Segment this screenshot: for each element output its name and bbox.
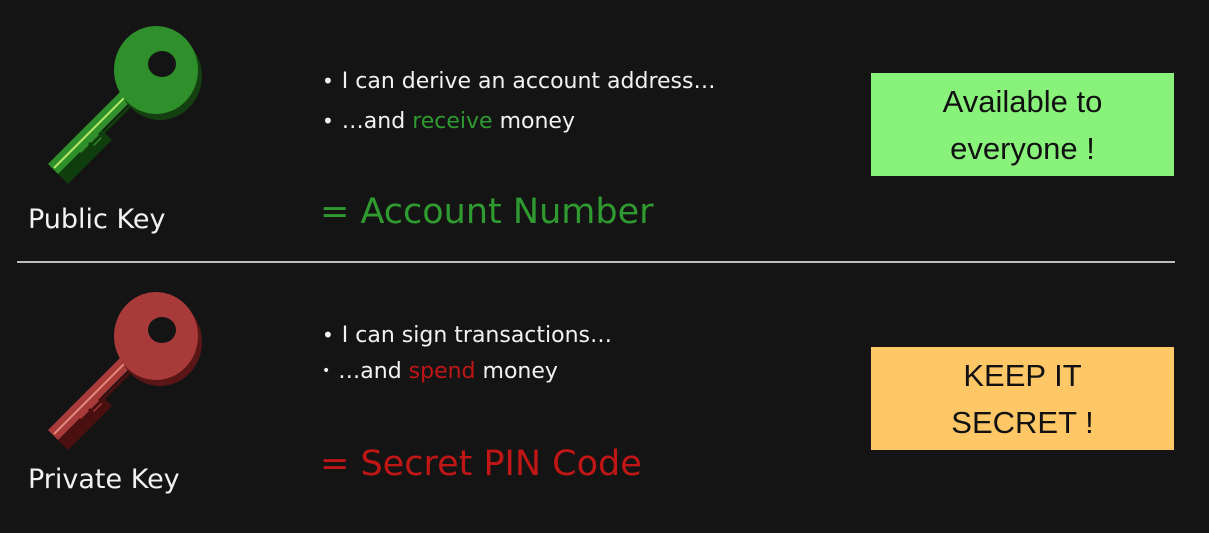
bullet-text-pre: …and [341, 108, 413, 134]
bullet-derive-address: • I can derive an account address… [322, 61, 716, 101]
bullet-text: I can derive an account address… [341, 68, 716, 94]
public-key-icon [48, 26, 202, 184]
bullet-text-post: money [492, 108, 575, 134]
secret-pin-equation: = Secret PIN Code [320, 444, 642, 484]
bullet-dot: • [322, 323, 334, 347]
public-key-bullets: • I can derive an account address… • …an… [322, 61, 716, 141]
account-number-equation: = Account Number [320, 192, 654, 232]
bullet-spend-money: • …and spend money [322, 353, 612, 389]
private-key-section: Private Key • I can sign transactions… •… [0, 264, 1209, 533]
bullet-receive-money: • …and receive money [322, 101, 716, 141]
section-divider [17, 261, 1175, 263]
private-key-bullets: • I can sign transactions… • …and spend … [322, 317, 612, 389]
bullet-text: I can sign transactions… [341, 322, 613, 348]
bullet-dot: • [322, 363, 331, 379]
available-callout: Available to everyone ! [871, 73, 1174, 176]
public-key-section: Public Key • I can derive an account add… [0, 0, 1209, 260]
public-key-label: Public Key [28, 204, 166, 235]
private-key-icon [48, 292, 202, 450]
private-key-label: Private Key [28, 464, 180, 495]
keep-secret-callout: KEEP IT SECRET ! [871, 347, 1174, 450]
bullet-sign-transactions: • I can sign transactions… [322, 317, 612, 353]
bullet-dot: • [322, 109, 334, 133]
bullet-text-post: money [475, 358, 558, 384]
bullet-dot: • [322, 69, 334, 93]
bullet-text-pre: …and [338, 358, 409, 384]
receive-highlight: receive [412, 108, 493, 134]
spend-highlight: spend [408, 358, 476, 384]
